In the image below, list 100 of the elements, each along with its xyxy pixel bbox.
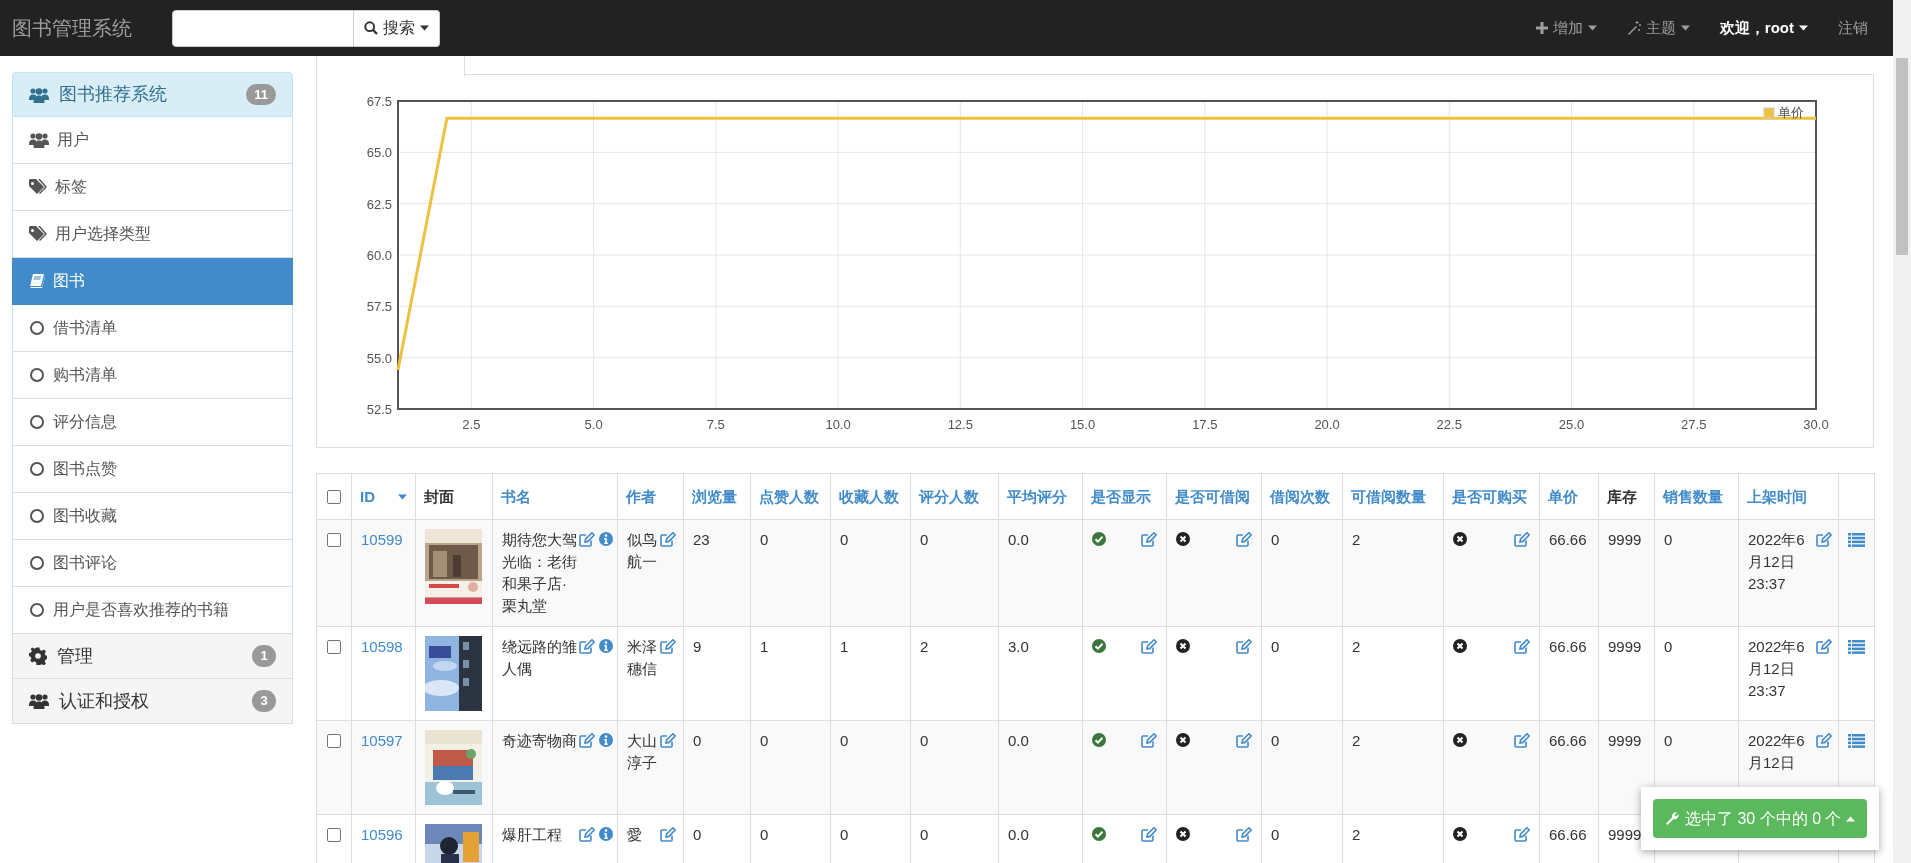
brand-title[interactable]: 图书管理系统 <box>12 13 132 43</box>
table-cell-text: 2 <box>1352 638 1361 655</box>
edit-icon[interactable] <box>579 532 595 547</box>
id-link[interactable]: 10599 <box>361 531 403 548</box>
edit-icon[interactable] <box>1816 733 1832 748</box>
nav-menu[interactable]: 主题 <box>1611 0 1705 56</box>
sidebar-item[interactable]: 评分信息 <box>12 399 293 446</box>
edit-icon[interactable] <box>1514 532 1530 547</box>
edit-icon[interactable] <box>660 639 676 654</box>
sidebar-item[interactable]: 图书 <box>12 258 293 305</box>
axis-tick-label: 22.5 <box>1436 417 1462 432</box>
table-cell-text: 0 <box>760 826 769 843</box>
gear-icon <box>29 647 47 665</box>
sidebar-item[interactable]: 图书点赞 <box>12 446 293 493</box>
table-cell-text: 9999 <box>1608 531 1642 548</box>
list-icon[interactable] <box>1848 734 1865 748</box>
scrollbar[interactable] <box>1893 0 1911 863</box>
table-cell-text: 0 <box>920 531 929 548</box>
checkbox[interactable] <box>327 640 341 654</box>
table-cell-text: 0 <box>1664 531 1673 548</box>
axis-tick-label: 60.0 <box>366 248 392 263</box>
edit-icon[interactable] <box>660 827 676 842</box>
search-button[interactable]: 搜索 <box>354 9 440 47</box>
sidebar-item[interactable]: 用户是否喜欢推荐的书籍 <box>12 587 293 634</box>
edit-icon[interactable] <box>1236 733 1252 748</box>
sidebar-item[interactable]: 用户 <box>12 117 293 164</box>
id-link[interactable]: 10597 <box>361 732 403 749</box>
edit-icon[interactable] <box>1236 532 1252 547</box>
checkbox[interactable] <box>327 489 341 504</box>
edit-icon[interactable] <box>1141 827 1157 842</box>
circle-icon <box>29 367 45 383</box>
id-link[interactable]: 10598 <box>361 638 403 655</box>
list-icon[interactable] <box>1848 533 1865 547</box>
circle-icon <box>29 414 45 430</box>
edit-icon[interactable] <box>579 827 595 842</box>
nav-menu[interactable]: 欢迎，root <box>1704 0 1823 56</box>
selection-button[interactable]: 选中了 30 个中的 0 个 <box>1653 799 1868 838</box>
count-badge: 1 <box>252 645 276 667</box>
info-icon[interactable] <box>599 827 613 841</box>
plus-icon <box>1535 22 1548 34</box>
edit-icon[interactable] <box>1141 733 1157 748</box>
axis-tick-label: 27.5 <box>1681 417 1707 432</box>
info-icon[interactable] <box>599 639 613 653</box>
search-field[interactable] <box>172 9 354 47</box>
edit-icon[interactable] <box>1141 532 1157 547</box>
table-cell-text: 2 <box>1352 826 1361 843</box>
edit-icon[interactable] <box>579 733 595 748</box>
users-icon <box>29 86 49 103</box>
users-icon <box>29 693 49 709</box>
sidebar-item[interactable]: 借书清单 <box>12 305 293 352</box>
sidebar-group[interactable]: 认证和授权 3 <box>12 679 293 724</box>
edit-icon[interactable] <box>1816 532 1832 547</box>
circle-icon <box>29 320 45 336</box>
list-icon[interactable] <box>1848 640 1865 654</box>
edit-icon[interactable] <box>660 532 676 547</box>
sidebar-group[interactable]: 管理 1 <box>12 634 293 679</box>
users-icon <box>29 132 49 148</box>
table-cell-text: 0 <box>840 732 849 749</box>
checkbox[interactable] <box>327 828 341 842</box>
axis-tick-label: 57.5 <box>366 299 392 315</box>
checkbox[interactable] <box>327 533 341 547</box>
table-cell-text: 0 <box>1271 826 1280 843</box>
info-icon[interactable] <box>599 532 613 546</box>
circle-icon <box>29 602 45 618</box>
edit-icon[interactable] <box>1514 827 1530 842</box>
axis-tick-label: 2.5 <box>462 417 481 432</box>
edit-icon[interactable] <box>1514 639 1530 654</box>
axis-tick-label: 25.0 <box>1558 417 1585 432</box>
nav-menu[interactable]: 增加 <box>1520 0 1612 56</box>
edit-icon[interactable] <box>1141 639 1157 654</box>
axis-tick-label: 5.0 <box>584 417 603 432</box>
sidebar-item[interactable]: 图书收藏 <box>12 493 293 540</box>
sidebar-item[interactable]: 用户选择类型 <box>12 211 293 258</box>
wand-icon <box>1626 21 1641 35</box>
axis-tick-label: 12.5 <box>947 417 973 432</box>
sidebar-group[interactable]: 图书推荐系统 11 <box>12 72 293 117</box>
tag-icon <box>29 226 47 242</box>
table-cell-text: 66.66 <box>1549 826 1587 843</box>
edit-icon[interactable] <box>1514 733 1530 748</box>
table-cell-text: 2 <box>1352 732 1361 749</box>
wrench-icon <box>1665 811 1680 826</box>
table-cell-text: 23 <box>693 531 710 548</box>
search-icon <box>364 21 378 35</box>
nav-menu[interactable]: 注销 <box>1823 0 1883 56</box>
table-cell-text: 9 <box>693 638 702 655</box>
checkbox[interactable] <box>327 734 341 748</box>
author-name: 米泽穗信 <box>627 637 658 679</box>
book-title: 爆肝工程 <box>502 825 563 845</box>
edit-icon[interactable] <box>1816 639 1832 654</box>
axis-tick-label: 10.0 <box>825 417 851 432</box>
sidebar-item[interactable]: 标签 <box>12 164 293 211</box>
table-cell-text: 1 <box>840 638 849 655</box>
edit-icon[interactable] <box>579 639 595 654</box>
edit-icon[interactable] <box>1236 639 1252 654</box>
edit-icon[interactable] <box>1236 827 1252 842</box>
table-cell-text: 9999 <box>1608 638 1642 655</box>
info-icon[interactable] <box>599 733 613 747</box>
sidebar-item[interactable]: 图书评论 <box>12 540 293 587</box>
edit-icon[interactable] <box>660 733 676 748</box>
sidebar-item[interactable]: 购书清单 <box>12 352 293 399</box>
